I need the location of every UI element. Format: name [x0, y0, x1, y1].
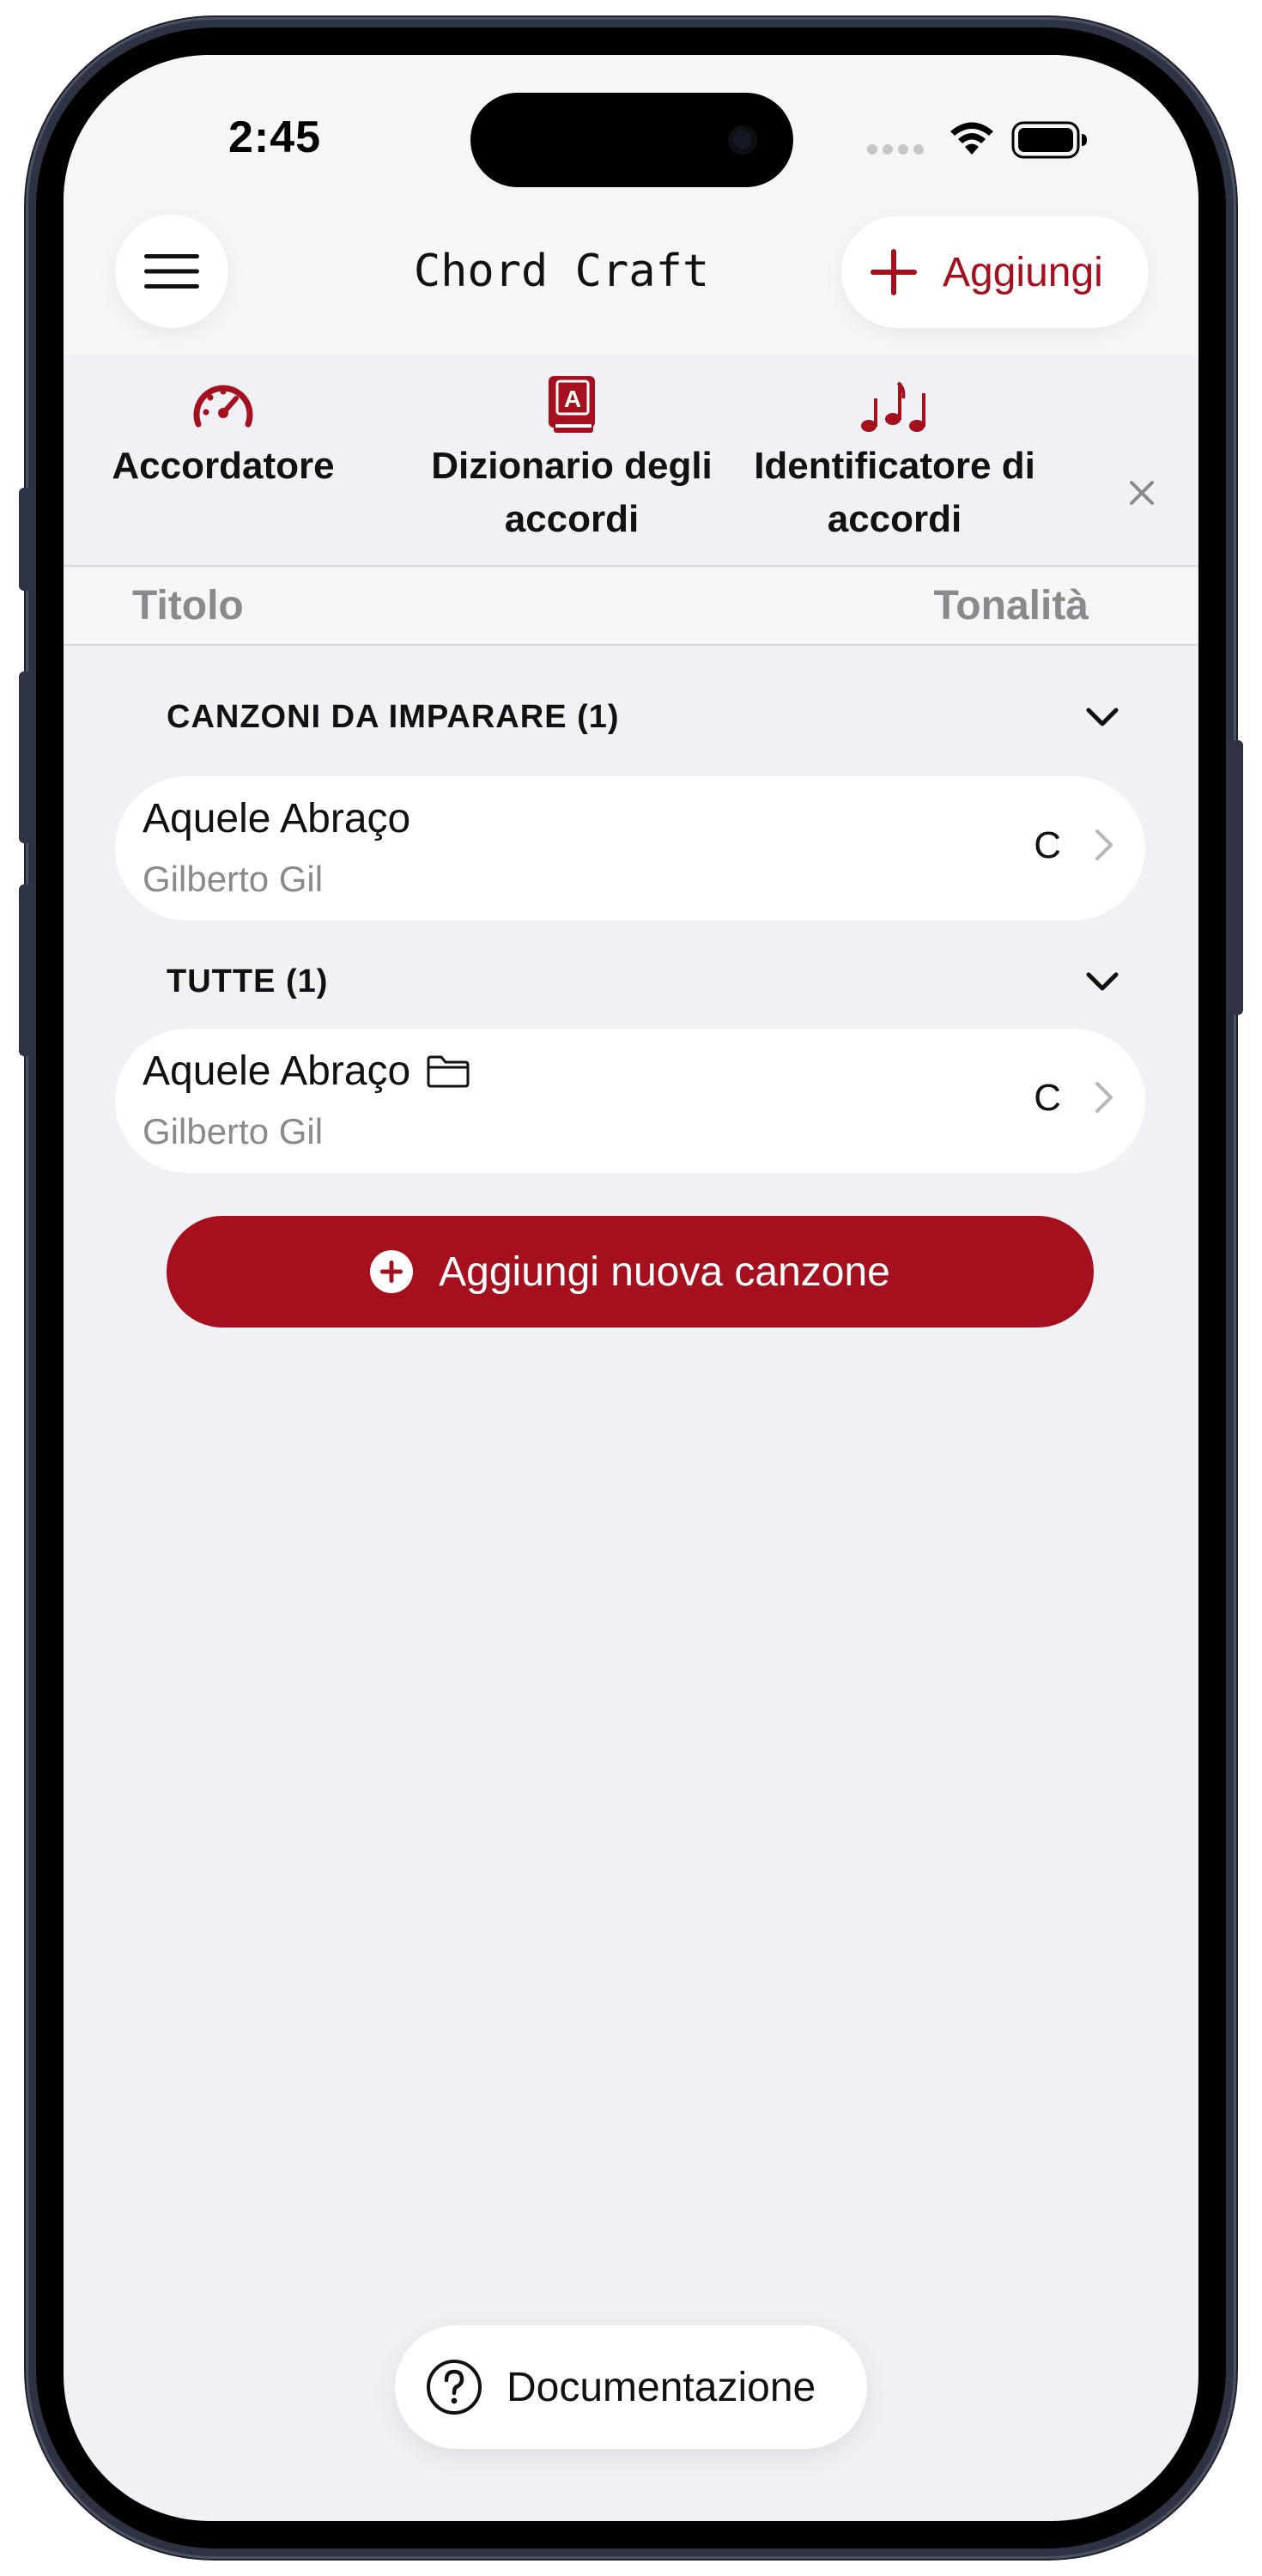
tool-chord-identifier[interactable]: Identificatore di accordi [731, 355, 1058, 546]
chevron-right-icon [1095, 1082, 1113, 1113]
plus-circle-icon [370, 1250, 414, 1293]
column-header: Titolo Tonalità [64, 568, 1198, 646]
dynamic-island [470, 93, 793, 187]
wifi-icon [950, 122, 993, 155]
documentation-button[interactable]: Documentazione [395, 2325, 867, 2449]
tool-tuner-label: Accordatore [112, 445, 335, 487]
add-new-song-label: Aggiungi nuova canzone [439, 1249, 890, 1295]
hamburger-icon [144, 254, 199, 289]
music-notes-icon [861, 381, 925, 432]
chord-book-icon: A [549, 376, 595, 433]
battery-icon [1011, 121, 1087, 159]
song-key: C [1034, 824, 1061, 866]
cellular-signal-icon [867, 144, 924, 155]
column-title-header[interactable]: Titolo [132, 582, 244, 629]
plus-icon [871, 249, 917, 295]
status-time: 2:45 [228, 112, 322, 162]
tuner-gauge-icon [193, 385, 253, 428]
tool-chord-identifier-label-1: Identificatore di [754, 445, 1035, 487]
song-artist: Gilberto Gil [143, 1111, 324, 1151]
volume-up-button [19, 671, 31, 843]
close-icon [1130, 481, 1154, 505]
section-label: CANZONI DA IMPARARE (1) [167, 698, 620, 735]
close-tools-button[interactable] [1116, 467, 1168, 519]
question-circle-icon [427, 2360, 482, 2415]
song-row[interactable]: Aquele Abraço Gilberto Gil C [115, 776, 1145, 920]
song-artist: Gilberto Gil [143, 859, 324, 899]
song-key: C [1034, 1077, 1061, 1119]
volume-down-button [19, 884, 31, 1056]
svg-text:A: A [564, 386, 581, 412]
column-key-header[interactable]: Tonalità [934, 582, 1089, 629]
tool-chord-dictionary[interactable]: A Dizionario degli accordi [417, 355, 726, 546]
tool-chord-dictionary-label-1: Dizionario degli [431, 445, 713, 487]
add-new-song-button[interactable]: Aggiungi nuova canzone [167, 1216, 1094, 1327]
song-row[interactable]: Aquele Abraço Gilberto Gil C [115, 1029, 1145, 1173]
song-title: Aquele Abraço [143, 796, 411, 841]
documentation-label: Documentazione [507, 2364, 816, 2410]
chevron-right-icon [1095, 829, 1113, 860]
song-title: Aquele Abraço [143, 1048, 470, 1095]
camera-icon [728, 125, 757, 155]
add-button-label: Aggiungi [943, 249, 1103, 295]
add-button[interactable]: Aggiungi [841, 216, 1149, 328]
chevron-down-icon [1086, 972, 1119, 991]
tool-chord-identifier-label-2: accordi [827, 498, 962, 540]
section-label: TUTTE (1) [167, 963, 329, 999]
chevron-down-icon [1086, 708, 1119, 726]
power-button [1231, 740, 1243, 1015]
status-bar: 2:45 [64, 55, 1198, 227]
app-screen: 2:45 Chord Craft Aggiungi Accordatore A … [64, 55, 1198, 2521]
tool-tuner[interactable]: Accordatore [94, 355, 352, 493]
action-button [19, 488, 31, 591]
menu-button[interactable] [115, 215, 228, 328]
section-header-to-learn[interactable]: CANZONI DA IMPARARE (1) [167, 687, 1119, 747]
tools-strip: Accordatore A Dizionario degli accordi I… [64, 355, 1198, 567]
section-header-all[interactable]: TUTTE (1) [167, 951, 1119, 1012]
app-title: Chord Craft [413, 246, 710, 297]
folder-icon [426, 1054, 470, 1089]
tool-chord-dictionary-label-2: accordi [504, 498, 640, 540]
